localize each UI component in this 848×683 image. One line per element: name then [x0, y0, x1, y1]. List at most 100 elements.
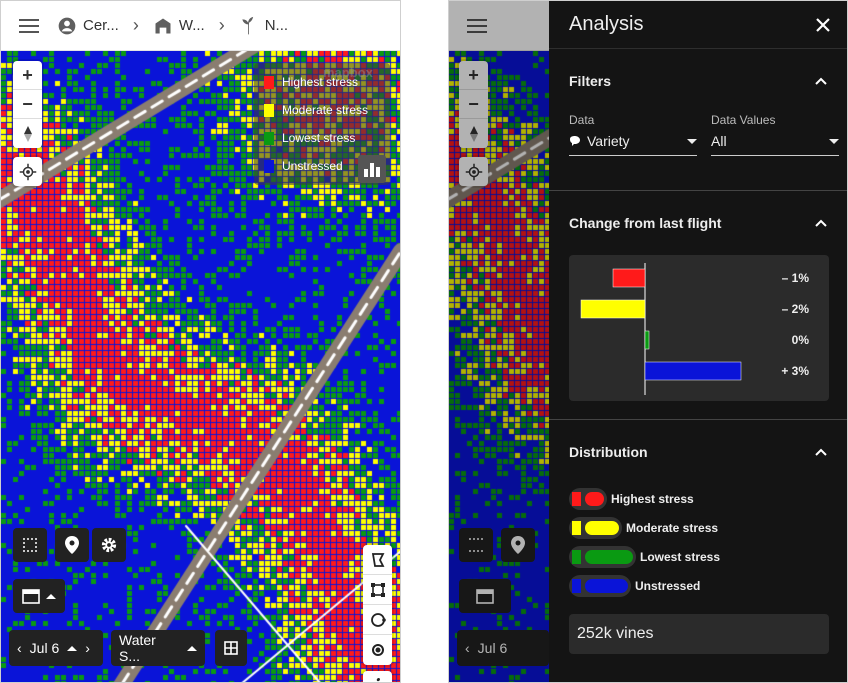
- zoom-controls: + −: [13, 61, 42, 148]
- distribution-bar: [569, 516, 622, 539]
- legend-item-moderate: Moderate stress: [260, 96, 384, 124]
- account-circle-icon: [58, 17, 76, 34]
- change-bar-chart: – 1% – 2% 0% + 3%: [580, 263, 810, 395]
- map-pin-icon[interactable]: [55, 528, 89, 562]
- change-value-label: – 2%: [782, 302, 810, 316]
- distribution-label: Highest stress: [611, 491, 694, 506]
- date-selector[interactable]: ‹ Jul 6 ›: [9, 630, 103, 666]
- zoom-in-button[interactable]: +: [13, 61, 42, 90]
- layer-selector[interactable]: Water S...: [111, 630, 205, 666]
- data-values-select[interactable]: All: [711, 133, 839, 156]
- dropdown-caret-icon: [829, 138, 839, 144]
- legend-label: Highest stress: [282, 75, 359, 89]
- data-values-label: Data Values: [711, 113, 776, 127]
- distribution-row: Moderate stress: [569, 513, 829, 542]
- drawer-title: Analysis: [569, 13, 644, 35]
- change-header[interactable]: Change from last flight: [549, 191, 847, 255]
- breadcrumb: Cer... › W... › N...: [57, 15, 288, 36]
- section-title: Filters: [569, 73, 612, 89]
- bar-chart-icon[interactable]: [358, 155, 386, 183]
- breadcrumb-label: Cer...: [83, 17, 119, 34]
- change-bar: [644, 330, 650, 350]
- distribution-fill: [585, 491, 604, 506]
- legend-label: Lowest stress: [282, 131, 356, 145]
- winery-icon: [155, 18, 171, 33]
- chevron-right-icon: ›: [218, 15, 225, 35]
- legend-swatch: [264, 131, 274, 145]
- change-value-label: 0%: [792, 333, 810, 347]
- distribution-fill: [585, 520, 619, 535]
- analysis-screen: + − ‹ Jul 6 Analysis Filters Data Variet…: [448, 0, 848, 683]
- distribution-bar: [569, 574, 631, 597]
- chevron-right-icon[interactable]: ›: [85, 640, 90, 656]
- distribution-swatch: [572, 491, 581, 506]
- legend-swatch: [264, 103, 274, 117]
- legend-swatch: [264, 159, 274, 173]
- basemap-selector[interactable]: [13, 579, 65, 613]
- compass-icon[interactable]: [13, 119, 42, 148]
- drawer-scrim[interactable]: [449, 1, 549, 682]
- settings-gear-icon[interactable]: [92, 528, 126, 562]
- distribution-header[interactable]: Distribution: [549, 420, 847, 484]
- distribution-fill: [585, 549, 633, 564]
- top-bar: Cer... › W... › N...: [1, 1, 400, 51]
- section-title: Distribution: [569, 444, 648, 460]
- legend-swatch: [264, 75, 274, 89]
- breadcrumb-label: W...: [178, 17, 205, 34]
- distribution-label: Lowest stress: [640, 549, 721, 564]
- distribution-swatch: [572, 578, 581, 593]
- grid-layout-icon[interactable]: [215, 630, 247, 666]
- section-title: Change from last flight: [569, 215, 722, 231]
- basemap-icon: [22, 588, 40, 604]
- zoom-out-button[interactable]: −: [13, 90, 42, 119]
- change-section: Change from last flight – 1% – 2% 0% + 3%: [549, 191, 847, 420]
- distribution-bar: [569, 487, 607, 510]
- change-bar: [580, 299, 646, 319]
- analysis-drawer: Analysis Filters Data Variety Data Value…: [549, 1, 847, 682]
- breadcrumb-winery[interactable]: W...: [153, 16, 205, 36]
- leaf-icon: [570, 136, 580, 146]
- distribution-label: Moderate stress: [626, 520, 719, 535]
- filters-header[interactable]: Filters: [549, 49, 847, 113]
- vine-count: 252k vines: [569, 614, 829, 654]
- distribution-row: Unstressed: [569, 571, 829, 600]
- change-value-label: – 1%: [782, 271, 810, 285]
- grid-dots-icon[interactable]: [13, 528, 47, 562]
- data-select[interactable]: Variety: [569, 133, 697, 156]
- caret-up-icon: [187, 645, 197, 651]
- distribution-swatch: [572, 520, 581, 535]
- chevron-up-icon[interactable]: [815, 448, 827, 456]
- caret-up-icon: [46, 593, 56, 599]
- data-filter-label: Data: [569, 113, 595, 127]
- legend-item-lowest: Lowest stress: [260, 124, 384, 152]
- chevron-up-icon[interactable]: [815, 77, 827, 85]
- distribution-fill: [585, 578, 628, 593]
- chevron-left-icon[interactable]: ‹: [17, 640, 22, 656]
- plant-icon: [242, 16, 253, 34]
- legend-item-highest: Highest stress: [260, 68, 384, 96]
- circle-draw-icon[interactable]: [363, 605, 392, 635]
- locate-me-icon[interactable]: [13, 157, 42, 186]
- info-button[interactable]: i: [363, 671, 392, 682]
- locate-control: [13, 157, 42, 186]
- close-icon[interactable]: [815, 17, 831, 33]
- point-draw-icon[interactable]: [363, 635, 392, 665]
- stress-legend: Highest stress Moderate stress Lowest st…: [254, 63, 390, 185]
- date-label: Jul 6: [29, 640, 60, 656]
- chevron-up-icon[interactable]: [815, 219, 827, 227]
- breadcrumb-label: N...: [264, 17, 289, 34]
- rectangle-draw-icon[interactable]: [363, 575, 392, 605]
- drawer-header: Analysis: [549, 1, 847, 49]
- filters-section: Filters Data Variety Data Values All: [549, 49, 847, 191]
- hamburger-icon[interactable]: [1, 1, 57, 51]
- breadcrumb-block[interactable]: N...: [239, 16, 288, 36]
- data-filter: Data Variety: [569, 113, 697, 156]
- legend-label: Moderate stress: [282, 103, 369, 117]
- distribution-section: Distribution Highest stress Moderate stre…: [549, 420, 847, 654]
- distribution-bar: [569, 545, 636, 568]
- stress-map[interactable]: mapbox + − Highest stress Moderate stres…: [1, 51, 400, 682]
- polygon-draw-icon[interactable]: [363, 545, 392, 575]
- map-screen: Cer... › W... › N... mapbox + −: [0, 0, 401, 683]
- dropdown-caret-icon: [687, 138, 697, 144]
- breadcrumb-customer[interactable]: Cer...: [57, 16, 119, 36]
